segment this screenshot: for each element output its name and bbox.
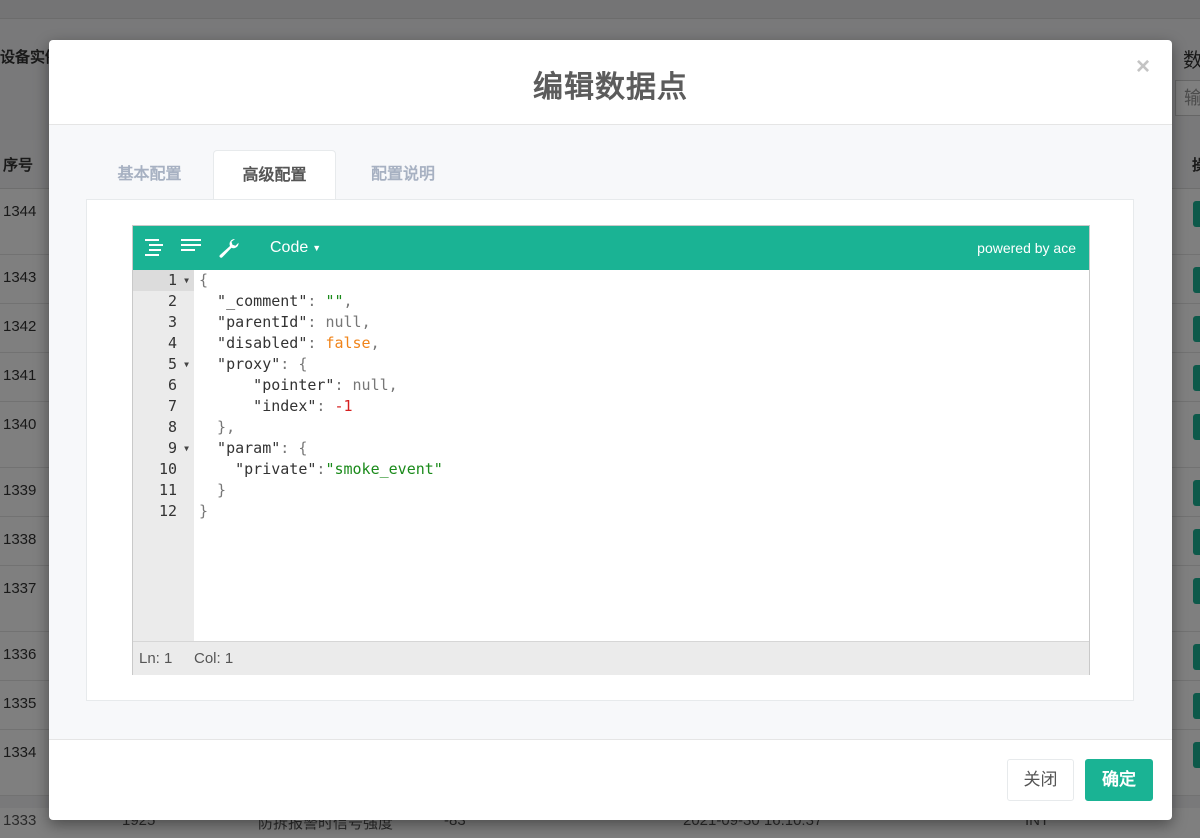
- gutter-line: 7: [167, 397, 177, 415]
- code-line: "parentId": null,: [199, 313, 371, 331]
- wrench-icon[interactable]: [218, 238, 240, 258]
- code-line: "disabled": false,: [199, 334, 380, 352]
- gutter-line[interactable]: 1 ▼: [133, 270, 194, 291]
- edit-datapoint-modal: 编辑数据点 × 基本配置 高级配置 配置说明 Code ▼ powered by…: [49, 40, 1172, 820]
- gutter-line: 8: [167, 418, 177, 436]
- fold-arrow-icon[interactable]: ▼: [184, 270, 189, 291]
- modal-header: 编辑数据点 ×: [49, 40, 1172, 125]
- status-line: Ln: 1: [139, 650, 173, 667]
- code-line: }: [199, 481, 227, 499]
- compact-icon[interactable]: [180, 238, 202, 258]
- code-area[interactable]: { "_comment": "", "parentId": null, "dis…: [194, 270, 1089, 641]
- gutter-line: 6: [167, 376, 177, 394]
- code-line: "proxy": {: [199, 355, 308, 373]
- gutter-line: 4: [167, 334, 177, 352]
- modal-body: 基本配置 高级配置 配置说明 Code ▼ powered by ace 1 ▼…: [49, 125, 1172, 739]
- code-line: "_comment": "",: [199, 292, 353, 310]
- tab-basic-config[interactable]: 基本配置: [86, 150, 213, 200]
- modal-title: 编辑数据点: [533, 71, 688, 104]
- code-line: "index": -1: [199, 397, 353, 415]
- code-line: "param": {: [199, 439, 308, 457]
- advanced-config-panel: Code ▼ powered by ace 1 ▼ 2 3 4 5 ▼ 6 7 8 9…: [86, 199, 1134, 701]
- gutter-line: 11: [158, 481, 177, 499]
- format-icon[interactable]: [143, 238, 165, 258]
- powered-by-label: powered by ace: [977, 240, 1076, 256]
- fold-arrow-icon[interactable]: ▼: [184, 354, 189, 375]
- close-icon[interactable]: ×: [1136, 54, 1150, 80]
- modal-footer: 关闭 确定: [49, 739, 1172, 821]
- gutter-line: 10: [158, 460, 177, 478]
- code-line: },: [199, 418, 236, 436]
- editor-statusbar: Ln: 1 Col: 1: [133, 641, 1089, 675]
- code-line: }: [199, 502, 209, 520]
- mode-label: Code: [270, 239, 309, 256]
- gutter-line: 12: [158, 502, 177, 520]
- tab-advanced-config[interactable]: 高级配置: [213, 150, 336, 202]
- code-line: "pointer": null,: [199, 376, 398, 394]
- confirm-button[interactable]: 确定: [1085, 759, 1153, 801]
- chevron-down-icon: ▼: [312, 242, 322, 253]
- mode-dropdown[interactable]: Code ▼: [270, 239, 321, 257]
- gutter-line[interactable]: 9 ▼: [133, 438, 194, 459]
- close-button[interactable]: 关闭: [1007, 759, 1074, 801]
- status-column: Col: 1: [194, 650, 234, 667]
- code-line: "private":"smoke_event": [199, 460, 443, 478]
- tab-config-help[interactable]: 配置说明: [337, 150, 469, 200]
- fold-arrow-icon[interactable]: ▼: [184, 438, 189, 459]
- code-line: {: [199, 271, 209, 289]
- editor-toolbar: Code ▼ powered by ace: [133, 226, 1089, 270]
- json-editor[interactable]: Code ▼ powered by ace 1 ▼ 2 3 4 5 ▼ 6 7 8 9…: [132, 225, 1090, 675]
- gutter-line[interactable]: 5 ▼: [133, 354, 194, 375]
- gutter-line: 2: [167, 292, 177, 310]
- gutter-line: 3: [167, 313, 177, 331]
